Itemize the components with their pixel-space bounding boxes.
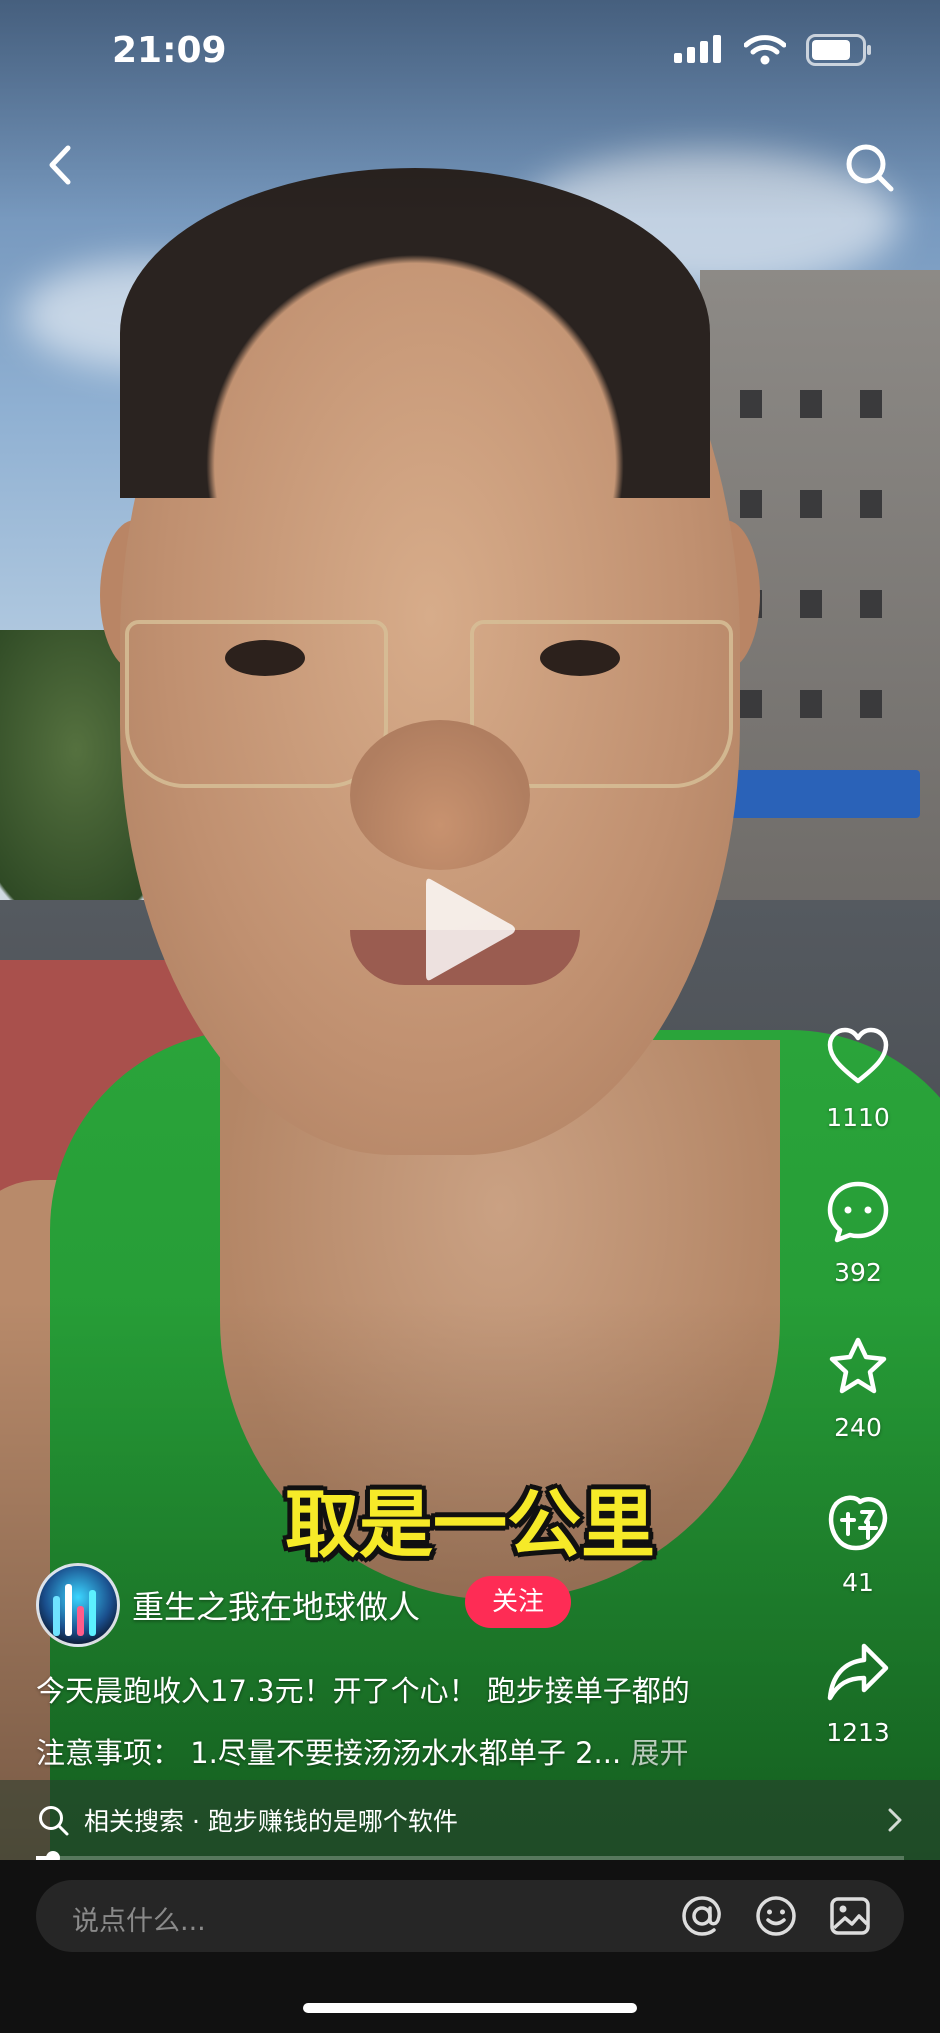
comment-placeholder: 说点什么... (72, 1906, 206, 1937)
play-button[interactable] (420, 872, 520, 987)
expand-caption-link[interactable]: 展开 (630, 1736, 688, 1770)
home-indicator[interactable] (303, 2003, 637, 2013)
video-subtitle: 取是一公里 (285, 1482, 655, 1568)
like-count: 1110 (826, 1103, 890, 1132)
caption-line-2: 注意事项： 1.尽量不要接汤汤水水都单子 2... 展开 (36, 1722, 776, 1784)
author-avatar[interactable] (36, 1563, 120, 1647)
comment-count: 392 (834, 1258, 882, 1287)
related-search-text: 相关搜索 · 跑步赚钱的是哪个软件 (84, 1807, 458, 1836)
caption-line-1: 今天晨跑收入17.3元！开了个心！ 跑步接单子都的 (36, 1674, 690, 1708)
heart-icon (827, 1027, 889, 1084)
wifi-icon (744, 35, 786, 65)
caption-line-2-text: 注意事项： 1.尽量不要接汤汤水水都单子 2... (36, 1736, 622, 1770)
star-icon (829, 1337, 887, 1394)
comment-icon (827, 1181, 889, 1243)
cellular-signal-icon (674, 35, 721, 63)
author-name[interactable]: 重生之我在地球做人 (132, 1582, 420, 1628)
at-icon[interactable] (680, 1894, 724, 1938)
related-search-bar[interactable]: 相关搜索 · 跑步赚钱的是哪个软件 (0, 1780, 940, 1860)
comment-input[interactable]: 说点什么... (36, 1880, 904, 1952)
battery-icon (806, 34, 871, 66)
search-button[interactable] (842, 140, 896, 194)
image-icon[interactable] (828, 1894, 872, 1938)
search-icon (846, 144, 894, 192)
favorite-button[interactable]: 240 (798, 1335, 918, 1442)
play-icon (426, 878, 515, 981)
search-icon (39, 1806, 69, 1836)
emoji-icon[interactable] (754, 1894, 798, 1938)
chevron-left-icon (49, 145, 71, 185)
video-caption[interactable]: 今天晨跑收入17.3元！开了个心！ 跑步接单子都的 注意事项： 1.尽量不要接汤… (36, 1660, 776, 1784)
share-count: 1213 (826, 1718, 890, 1747)
share-arrow-icon (827, 1643, 889, 1701)
share-button[interactable]: 1213 (798, 1640, 918, 1747)
favorite-count: 240 (834, 1413, 882, 1442)
reaction-count: 41 (842, 1568, 874, 1597)
nose (350, 720, 530, 870)
comment-button[interactable]: 392 (798, 1180, 918, 1287)
like-button[interactable]: 1110 (798, 1025, 918, 1132)
status-icons (674, 34, 872, 66)
status-time: 21:09 (112, 30, 227, 71)
chevron-right-icon (888, 1808, 902, 1832)
follow-button[interactable]: 关注 (465, 1576, 571, 1628)
back-button[interactable] (36, 140, 86, 190)
